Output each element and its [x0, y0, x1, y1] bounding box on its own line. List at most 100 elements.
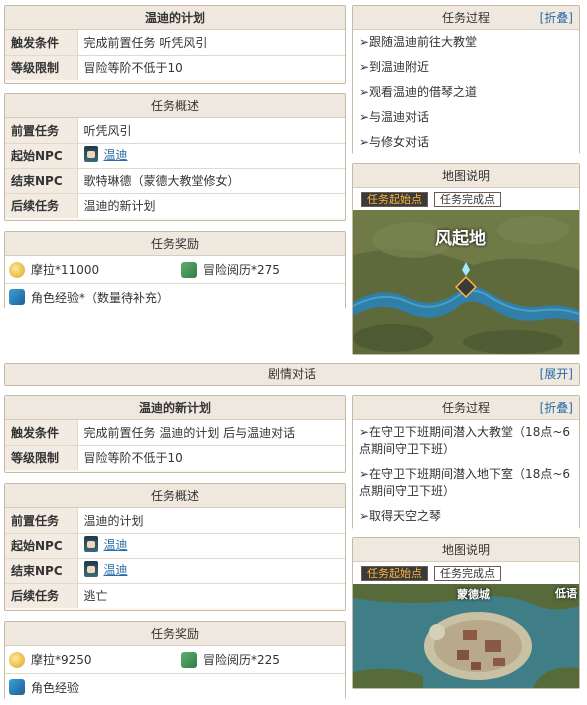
character-exp-icon — [9, 679, 25, 695]
map-start-point-button[interactable]: 任务起始点 — [361, 565, 428, 581]
quest2-map[interactable]: 蒙德城 低语 — [353, 584, 579, 688]
quest2-map-box: 地图说明 任务起始点 任务完成点 蒙德城 低语 — [352, 537, 580, 689]
list-item: ➢观看温迪的借琴之道 — [359, 85, 478, 99]
level-value: 冒险等阶不低于10 — [77, 54, 345, 80]
reward-header: 任务奖励 — [5, 232, 345, 256]
table-row: 起始NPC 温迪 — [5, 532, 345, 558]
venti-avatar-icon — [83, 561, 98, 578]
trigger-label: 触发条件 — [5, 420, 78, 445]
trigger-value: 完成前置任务 听凭风引 — [77, 30, 345, 55]
table-row: 前置任务 听凭风引 — [5, 118, 345, 143]
quest1-reward-box: 任务奖励 摩拉*11000 冒险阅历*275 角色经验*（数量待补充） — [4, 231, 346, 310]
list-item: ➢与修女对话 — [359, 135, 430, 149]
map-header: 地图说明 — [353, 164, 579, 188]
list-item: ➢在守卫下班期间潜入地下室（18点~6点期间守卫下班） — [359, 467, 571, 498]
level-label: 等级限制 — [5, 444, 78, 470]
list-item: ➢取得天空之琴 — [359, 509, 442, 523]
map-start-point-button[interactable]: 任务起始点 — [361, 191, 428, 207]
list-item: ➢到温迪附近 — [359, 60, 430, 74]
prev-quest-label: 前置任务 — [5, 118, 78, 143]
quest1-steps: ➢跟随温迪前往大教堂 ➢到温迪附近 ➢观看温迪的借琴之道 ➢与温迪对话 ➢与修女… — [353, 30, 579, 155]
overview-header: 任务概述 — [5, 484, 345, 508]
start-npc-link[interactable]: 温迪 — [104, 536, 128, 553]
prev-quest-value: 听凭风引 — [77, 118, 345, 143]
story-dialogue-bar: 剧情对话 [展开] — [4, 363, 580, 386]
story-expand-toggle[interactable]: [展开] — [540, 364, 573, 385]
trigger-value: 完成前置任务 温迪的计划 后与温迪对话 — [77, 420, 345, 445]
list-item: ➢跟随温迪前往大教堂 — [359, 35, 478, 49]
quest2-reward-box: 任务奖励 摩拉*9250 冒险阅历*225 角色经验 — [4, 621, 346, 700]
quest2-info-table: 触发条件 完成前置任务 温迪的计划 后与温迪对话 等级限制 冒险等阶不低于10 — [5, 420, 345, 470]
table-row: 起始NPC 温迪 — [5, 142, 345, 168]
reward-character-exp: 角色经验 — [5, 673, 345, 700]
quest1-info-table: 触发条件 完成前置任务 听凭风引 等级限制 冒险等阶不低于10 — [5, 30, 345, 80]
next-quest-label: 后续任务 — [5, 192, 78, 218]
end-npc-label: 结束NPC — [5, 557, 78, 583]
start-npc-link[interactable]: 温迪 — [104, 146, 128, 163]
map-location-label: 蒙德城 — [457, 588, 490, 601]
process-collapse-toggle[interactable]: [折叠] — [540, 396, 573, 420]
trigger-label: 触发条件 — [5, 30, 78, 55]
table-row: 触发条件 完成前置任务 温迪的计划 后与温迪对话 — [5, 420, 345, 445]
reward-mora-text: 摩拉*11000 — [31, 263, 100, 277]
mora-icon — [9, 261, 25, 278]
end-npc-value: 歌特琳德（蒙德大教堂修女） — [77, 167, 345, 193]
quest2-info-box: 温迪的新计划 触发条件 完成前置任务 温迪的计划 后与温迪对话 等级限制 冒险等… — [4, 395, 346, 473]
reward-adventure-exp: 冒险阅历*275 — [177, 256, 345, 283]
next-quest-label: 后续任务 — [5, 582, 78, 608]
map-end-point-button[interactable]: 任务完成点 — [434, 565, 501, 581]
reward-adventure-exp: 冒险阅历*225 — [177, 646, 345, 673]
quest1-map[interactable]: 风起地 — [353, 210, 579, 354]
process-collapse-toggle[interactable]: [折叠] — [540, 6, 573, 30]
level-label: 等级限制 — [5, 54, 78, 80]
reward-mora: 摩拉*11000 — [5, 256, 177, 283]
map-header: 地图说明 — [353, 538, 579, 562]
table-row: 结束NPC 歌特琳德（蒙德大教堂修女） — [5, 167, 345, 193]
start-npc-label: 起始NPC — [5, 142, 78, 168]
map-location-label: 风起地 — [435, 229, 486, 249]
list-item: ➢在守卫下班期间潜入大教堂（18点~6点期间守卫下班） — [359, 425, 571, 456]
quest1-overview-table: 前置任务 听凭风引 起始NPC 温迪 结束NPC 歌特琳德（蒙德大教堂修女） 后… — [5, 118, 345, 218]
map-location-label-edge: 低语 — [555, 587, 577, 600]
adventure-exp-icon — [181, 651, 197, 668]
table-row: 触发条件 完成前置任务 听凭风引 — [5, 30, 345, 55]
reward-mora: 摩拉*9250 — [5, 646, 177, 673]
character-exp-icon — [9, 289, 25, 305]
quest2-steps: ➢在守卫下班期间潜入大教堂（18点~6点期间守卫下班） ➢在守卫下班期间潜入地下… — [353, 420, 579, 529]
reward-mora-text: 摩拉*9250 — [31, 653, 92, 667]
table-row: 后续任务 逃亡 — [5, 582, 345, 608]
next-quest-value: 逃亡 — [77, 582, 345, 608]
mora-icon — [9, 651, 25, 668]
map-end-point-button[interactable]: 任务完成点 — [434, 191, 501, 207]
quest2-overview-box: 任务概述 前置任务 温迪的计划 起始NPC 温迪 结束NPC 温迪 后续任务 逃… — [4, 483, 346, 611]
prev-quest-value: 温迪的计划 — [77, 508, 345, 533]
quest1-title: 温迪的计划 — [5, 6, 345, 30]
reward-exp-text: 角色经验*（数量待补充） — [31, 290, 170, 305]
next-quest-value: 温迪的新计划 — [77, 192, 345, 218]
start-npc-label: 起始NPC — [5, 532, 78, 558]
table-row: 前置任务 温迪的计划 — [5, 508, 345, 533]
table-row: 结束NPC 温迪 — [5, 557, 345, 583]
quest2-overview-table: 前置任务 温迪的计划 起始NPC 温迪 结束NPC 温迪 后续任务 逃亡 — [5, 508, 345, 608]
quest2-title: 温迪的新计划 — [5, 396, 345, 420]
quest1-info-box: 温迪的计划 触发条件 完成前置任务 听凭风引 等级限制 冒险等阶不低于10 — [4, 5, 346, 84]
venti-avatar-icon — [83, 146, 98, 163]
quest1-process-box: 任务过程 [折叠] ➢跟随温迪前往大教堂 ➢到温迪附近 ➢观看温迪的借琴之道 ➢与… — [352, 5, 580, 155]
adventure-exp-icon — [181, 261, 197, 278]
overview-header: 任务概述 — [5, 94, 345, 118]
reward-exp-text: 角色经验 — [31, 680, 80, 695]
table-row: 后续任务 温迪的新计划 — [5, 192, 345, 218]
end-npc-link[interactable]: 温迪 — [104, 561, 128, 578]
reward-character-exp: 角色经验*（数量待补充） — [5, 283, 345, 310]
table-row: 等级限制 冒险等阶不低于10 — [5, 54, 345, 80]
prev-quest-label: 前置任务 — [5, 508, 78, 533]
end-npc-label: 结束NPC — [5, 167, 78, 193]
process-header: 任务过程 — [441, 11, 490, 25]
quest1-map-box: 地图说明 任务起始点 任务完成点 风起地 — [352, 163, 580, 355]
reward-header: 任务奖励 — [5, 622, 345, 646]
reward-adv-text: 冒险阅历*275 — [203, 263, 280, 277]
story-dialogue-label: 剧情对话 — [267, 367, 316, 381]
process-header: 任务过程 — [441, 401, 490, 415]
venti-avatar-icon — [83, 536, 98, 553]
level-value: 冒险等阶不低于10 — [77, 444, 345, 470]
